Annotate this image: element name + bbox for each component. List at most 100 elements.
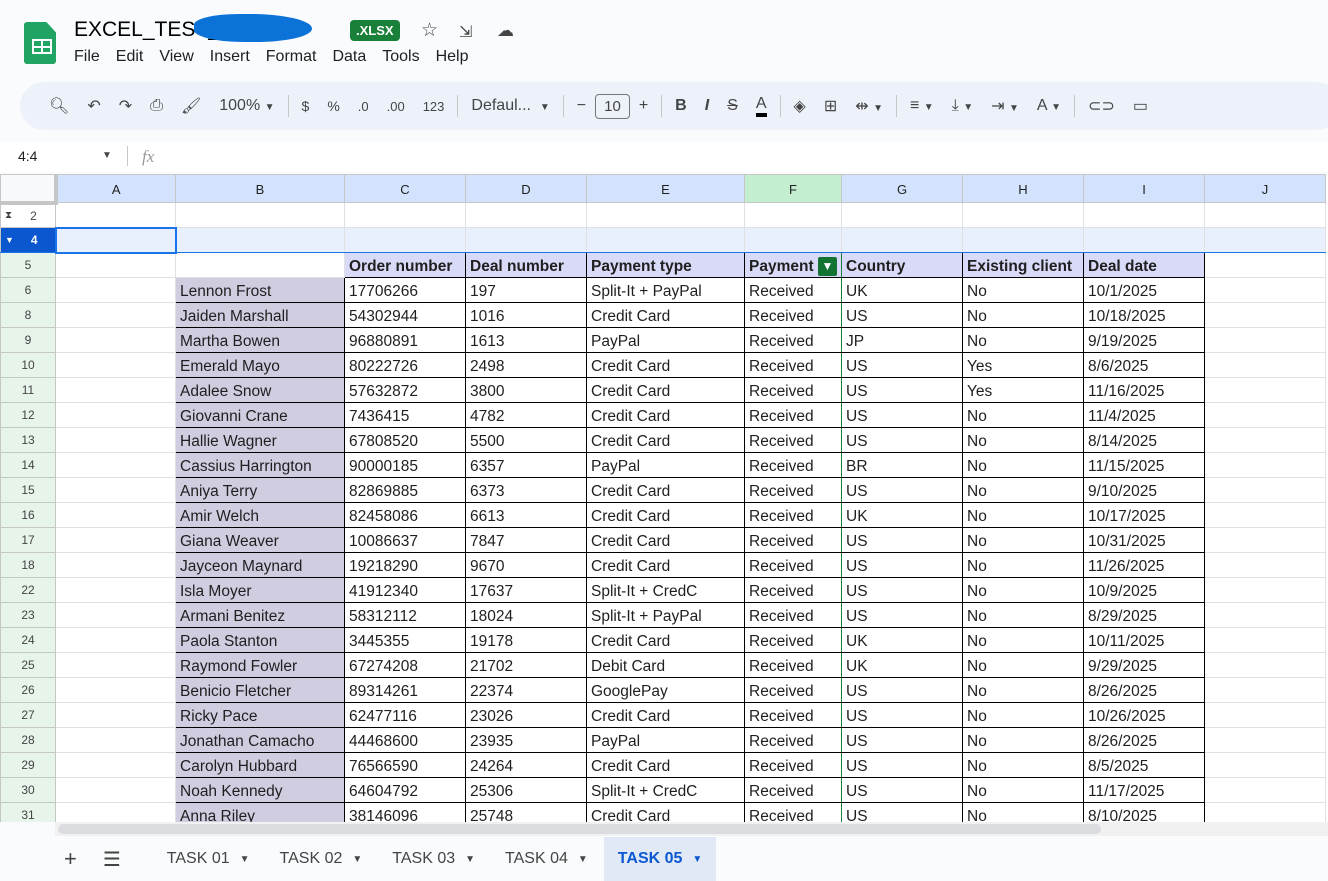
cell[interactable]: Credit Card [586,752,745,778]
menu-insert[interactable]: Insert [210,48,250,66]
cell[interactable]: Jaiden Marshall [175,302,345,328]
cell[interactable]: 82458086 [344,502,466,528]
cell[interactable]: 10/1/2025 [1083,277,1205,303]
cell[interactable]: 11/26/2025 [1083,552,1205,578]
cell[interactable]: Received [744,752,842,778]
cell[interactable] [55,352,176,378]
row-header[interactable]: 18 [0,552,56,578]
table-header-cell[interactable]: Country [841,252,963,278]
cell[interactable] [1083,227,1205,253]
cell[interactable]: Debit Card [586,652,745,678]
cell[interactable]: 64604792 [344,777,466,803]
tab-dropdown-icon[interactable]: ▼ [465,854,475,865]
table-header-cell[interactable]: Payment type [586,252,745,278]
cell[interactable] [1204,352,1326,378]
cell[interactable]: Paola Stanton [175,627,345,653]
cell[interactable]: Received [744,277,842,303]
cell[interactable]: 17637 [465,577,587,603]
row-header[interactable]: 16 [0,502,56,528]
row-header[interactable]: 14 [0,452,56,478]
cell[interactable]: Received [744,552,842,578]
cell[interactable]: 10/31/2025 [1083,527,1205,553]
cell[interactable]: 90000185 [344,452,466,478]
cell[interactable]: No [962,552,1084,578]
cell[interactable]: No [962,727,1084,753]
row-header[interactable]: 9 [0,327,56,353]
cell[interactable]: 9/29/2025 [1083,652,1205,678]
cell[interactable]: 8/26/2025 [1083,677,1205,703]
cell[interactable]: Raymond Fowler [175,652,345,678]
row-header[interactable]: 31 [0,802,56,822]
cell[interactable] [55,477,176,503]
cell[interactable] [962,227,1084,253]
cell[interactable]: 18024 [465,602,587,628]
cell[interactable]: Received [744,627,842,653]
cell[interactable] [1204,677,1326,703]
cell[interactable]: BR [841,452,963,478]
cell[interactable] [55,527,176,553]
cell[interactable]: Received [744,677,842,703]
cell[interactable]: 38146096 [344,802,466,822]
text-rotation-icon[interactable]: A ▼ [1037,97,1061,115]
cell[interactable]: Credit Card [586,502,745,528]
cell[interactable] [1204,702,1326,728]
cell[interactable]: 76566590 [344,752,466,778]
column-header-h[interactable]: H [962,174,1084,203]
zoom-select[interactable]: 100% ▼ [219,97,274,115]
cell[interactable]: Aniya Terry [175,477,345,503]
row-header[interactable]: 25 [0,652,56,678]
paint-format-icon[interactable]: 🖌︎ [181,96,201,116]
cell[interactable] [1204,302,1326,328]
cell[interactable]: No [962,777,1084,803]
cell[interactable]: 22374 [465,677,587,703]
cell[interactable]: Credit Card [586,552,745,578]
cell[interactable]: US [841,352,963,378]
decrease-font-size-button[interactable]: − [577,97,586,115]
cell[interactable] [55,677,176,703]
cell[interactable]: 11/4/2025 [1083,402,1205,428]
cell[interactable]: No [962,502,1084,528]
cell[interactable]: 41912340 [344,577,466,603]
table-header-cell[interactable]: Payment ▼ [744,252,842,278]
cell[interactable]: 3800 [465,377,587,403]
fill-color-icon[interactable]: ◈ [794,96,806,116]
cell[interactable]: No [962,427,1084,453]
cell[interactable]: No [962,577,1084,603]
row-header[interactable]: 11 [0,377,56,403]
cell[interactable]: Yes [962,377,1084,403]
cell[interactable]: Anna Riley [175,802,345,822]
row-header-2[interactable]: ⧗ 2 [0,202,56,228]
cell[interactable] [1204,402,1326,428]
row-header-5[interactable]: 5 [0,252,56,278]
cell[interactable] [54,226,177,254]
cell[interactable]: 3445355 [344,627,466,653]
cell[interactable]: Jonathan Camacho [175,727,345,753]
cell[interactable] [55,777,176,803]
cell[interactable]: Amir Welch [175,502,345,528]
cell[interactable]: 1016 [465,302,587,328]
cell[interactable] [55,502,176,528]
cell[interactable]: 44468600 [344,727,466,753]
cell[interactable]: 58312112 [344,602,466,628]
cell[interactable]: US [841,477,963,503]
cell[interactable]: 10/11/2025 [1083,627,1205,653]
cell[interactable]: 8/10/2025 [1083,802,1205,822]
insert-link-icon[interactable]: ⊂⊃ [1088,96,1115,116]
cell[interactable]: 24264 [465,752,587,778]
cell[interactable] [55,652,176,678]
cell[interactable]: Credit Card [586,627,745,653]
cell[interactable]: 197 [465,277,587,303]
cell[interactable] [55,277,176,303]
row-header[interactable]: 23 [0,602,56,628]
column-header-b[interactable]: B [175,174,345,203]
cell[interactable] [55,552,176,578]
cell[interactable]: Yes [962,352,1084,378]
cell[interactable]: US [841,727,963,753]
cloud-status-icon[interactable]: ☁ [497,21,514,41]
cell[interactable]: 96880891 [344,327,466,353]
menu-file[interactable]: File [74,48,100,66]
menu-tools[interactable]: Tools [382,48,419,66]
all-sheets-menu-icon[interactable]: ☰ [103,847,121,872]
cell[interactable] [1204,377,1326,403]
cell[interactable]: 9/19/2025 [1083,327,1205,353]
